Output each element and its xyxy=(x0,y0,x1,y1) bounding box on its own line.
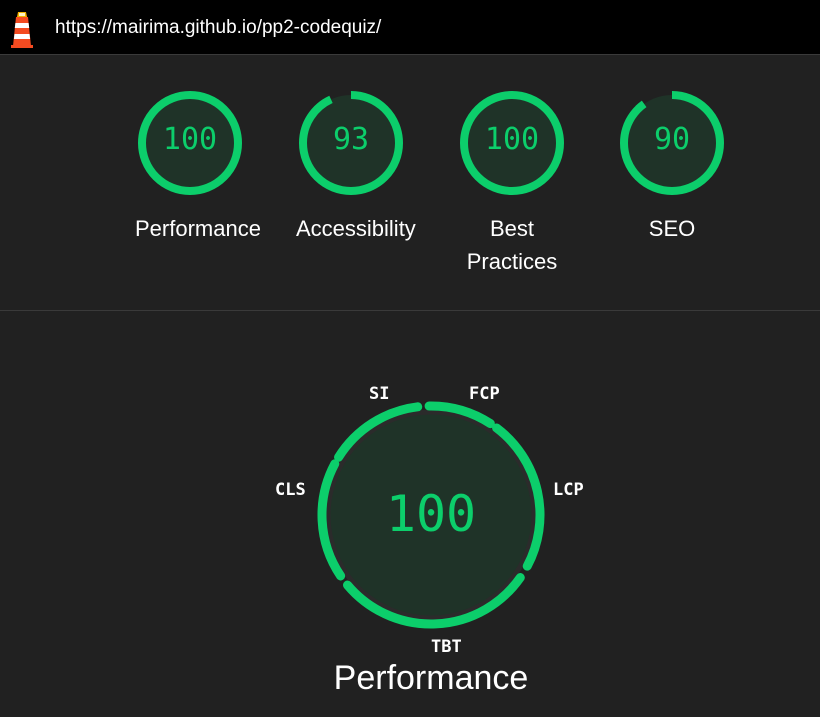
gauge-label: Best Practices xyxy=(466,216,558,274)
performance-title: Performance xyxy=(333,659,529,697)
gauge-accessibility[interactable]: 93 Accessibility xyxy=(296,88,416,245)
gauge-performance[interactable]: 100 Performance xyxy=(135,88,261,245)
gauge-score: 100 xyxy=(484,122,540,157)
gauge-seo[interactable]: 90 SEO xyxy=(617,88,727,245)
section-divider xyxy=(0,310,820,311)
lighthouse-icon xyxy=(11,12,33,48)
metric-label-tbt: TBT xyxy=(431,637,462,657)
report-url[interactable]: https://mairima.github.io/pp2-codequiz/ xyxy=(55,17,381,39)
metric-label-cls: CLS xyxy=(275,480,306,500)
gauge-score: 93 xyxy=(332,122,370,157)
performance-score: 100 xyxy=(385,485,477,543)
gauge-label: Accessibility xyxy=(296,216,416,241)
metric-label-si: SI xyxy=(369,384,390,404)
gauge-score: 100 xyxy=(162,122,218,157)
gauge-label: Performance xyxy=(135,216,261,241)
report-header: https://mairima.github.io/pp2-codequiz/ xyxy=(0,0,820,55)
metric-label-lcp: LCP xyxy=(553,480,584,500)
gauge-score: 90 xyxy=(653,122,691,157)
gauge-label: SEO xyxy=(648,216,696,241)
metric-label-fcp: FCP xyxy=(469,384,500,404)
gauge-best-practices[interactable]: 100 Best Practices xyxy=(457,88,567,278)
